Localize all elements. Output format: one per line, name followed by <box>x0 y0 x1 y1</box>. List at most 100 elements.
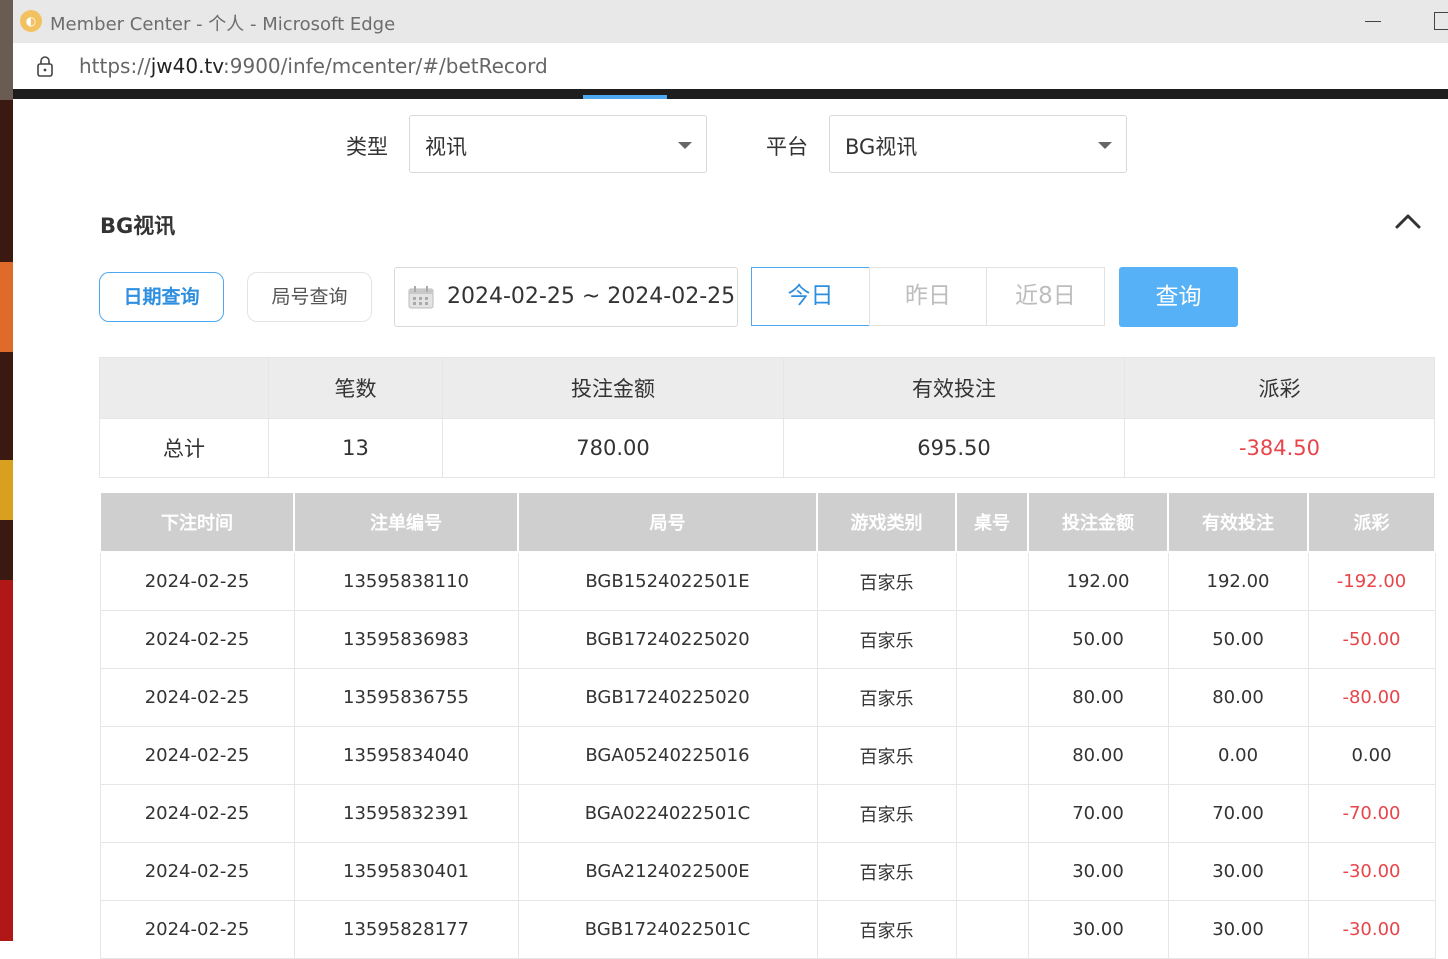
bet-time: 2024-02-25 <box>99 900 295 959</box>
bet-time: 2024-02-25 <box>99 842 295 901</box>
summary-valid-bet: 695.50 <box>783 418 1125 478</box>
url-host: jw40.tv <box>150 54 224 78</box>
calendar-icon <box>408 286 434 309</box>
summary-total-label: 总计 <box>99 418 269 478</box>
summary-bet-amount: 780.00 <box>442 418 784 478</box>
bet-id: 13595836983 <box>293 610 519 669</box>
chevron-down-icon <box>678 142 692 149</box>
query-button[interactable]: 查询 <box>1119 267 1238 327</box>
background-window-strip <box>0 0 13 941</box>
bet-time: 2024-02-25 <box>99 668 295 727</box>
minimize-icon[interactable] <box>1365 10 1383 30</box>
bet-id: 13595830401 <box>293 842 519 901</box>
round-id: BGA0224022501C <box>517 784 818 843</box>
table-row: 2024-02-25 13595830401 BGA2124022500E 百家… <box>99 842 1436 901</box>
round-query-tab[interactable]: 局号查询 <box>247 272 372 322</box>
type-select-value: 视讯 <box>425 135 467 159</box>
valid-bet: 70.00 <box>1167 784 1309 843</box>
column-header: 有效投注 <box>1167 493 1309 553</box>
game-type: 百家乐 <box>816 726 957 785</box>
game-type: 百家乐 <box>816 784 957 843</box>
table-no <box>955 900 1029 959</box>
table-row: 2024-02-25 13595836983 BGB17240225020 百家… <box>99 610 1436 669</box>
column-header: 注单编号 <box>293 493 519 553</box>
bet-amount: 192.00 <box>1027 551 1169 611</box>
date-range-value: 2024-02-25 ~ 2024-02-25 <box>447 284 736 309</box>
table-no <box>955 726 1029 785</box>
round-id: BGB1524022501E <box>517 551 818 611</box>
column-header: 桌号 <box>955 493 1029 553</box>
round-id: BGA2124022500E <box>517 842 818 901</box>
active-nav-indicator <box>583 95 667 99</box>
table-no <box>955 551 1029 611</box>
bet-time: 2024-02-25 <box>99 610 295 669</box>
app-icon: ◐ <box>20 10 42 32</box>
table-row: 2024-02-25 13595834040 BGA05240225016 百家… <box>99 726 1436 785</box>
game-type: 百家乐 <box>816 842 957 901</box>
payout: -192.00 <box>1307 551 1436 611</box>
game-type: 百家乐 <box>816 668 957 727</box>
section-title: BG视讯 <box>100 214 176 238</box>
valid-bet: 0.00 <box>1167 726 1309 785</box>
chevron-up-icon[interactable] <box>1394 211 1422 231</box>
date-range-picker[interactable]: 2024-02-25 ~ 2024-02-25 <box>394 267 738 327</box>
platform-select[interactable]: BG视讯 <box>829 115 1127 173</box>
range-yesterday-button[interactable]: 昨日 <box>869 267 987 326</box>
valid-bet: 50.00 <box>1167 610 1309 669</box>
summary-header-cell: 有效投注 <box>783 357 1125 419</box>
window-title: Member Center - 个人 - Microsoft Edge <box>50 14 396 35</box>
maximize-icon[interactable] <box>1434 12 1448 30</box>
round-id: BGB17240225020 <box>517 610 818 669</box>
round-id: BGB1724022501C <box>517 900 818 959</box>
bet-id: 13595832391 <box>293 784 519 843</box>
summary-header-cell <box>99 357 269 419</box>
bet-id: 13595828177 <box>293 900 519 959</box>
url-text[interactable]: https://jw40.tv:9900/infe/mcenter/#/betR… <box>79 54 548 78</box>
bet-time: 2024-02-25 <box>99 784 295 843</box>
column-header: 游戏类别 <box>816 493 957 553</box>
table-row: 2024-02-25 13595832391 BGA0224022501C 百家… <box>99 784 1436 843</box>
game-type: 百家乐 <box>816 551 957 611</box>
bet-amount: 30.00 <box>1027 842 1169 901</box>
table-row: 2024-02-25 13595828177 BGB1724022501C 百家… <box>99 900 1436 959</box>
bet-id: 13595834040 <box>293 726 519 785</box>
address-bar: https://jw40.tv:9900/infe/mcenter/#/betR… <box>13 43 1448 89</box>
platform-select-value: BG视讯 <box>845 135 918 159</box>
bet-amount: 70.00 <box>1027 784 1169 843</box>
valid-bet: 192.00 <box>1167 551 1309 611</box>
game-type: 百家乐 <box>816 610 957 669</box>
summary-header-cell: 投注金额 <box>442 357 784 419</box>
table-no <box>955 842 1029 901</box>
table-row: 2024-02-25 13595838110 BGB1524022501E 百家… <box>99 551 1436 611</box>
bet-time: 2024-02-25 <box>99 551 295 611</box>
range-today-button[interactable]: 今日 <box>751 267 870 326</box>
valid-bet: 80.00 <box>1167 668 1309 727</box>
url-prefix: https:// <box>79 54 151 78</box>
summary-total-row: 总计 13 780.00 695.50 -384.50 <box>99 418 1435 478</box>
game-type: 百家乐 <box>816 900 957 959</box>
bet-time: 2024-02-25 <box>99 726 295 785</box>
table-no <box>955 610 1029 669</box>
valid-bet: 30.00 <box>1167 900 1309 959</box>
payout: -70.00 <box>1307 784 1436 843</box>
summary-header-cell: 笔数 <box>268 357 443 419</box>
summary-count: 13 <box>268 418 443 478</box>
range-8days-button[interactable]: 近8日 <box>986 267 1105 326</box>
chevron-down-icon <box>1098 142 1112 149</box>
bet-amount: 80.00 <box>1027 726 1169 785</box>
bet-records-table: 下注时间 注单编号 局号 游戏类别 桌号 投注金额 有效投注 派彩 2024-0… <box>99 493 1436 959</box>
column-header: 下注时间 <box>99 493 295 553</box>
column-header: 局号 <box>517 493 818 553</box>
bet-amount: 30.00 <box>1027 900 1169 959</box>
lock-icon[interactable] <box>36 55 54 77</box>
date-query-tab[interactable]: 日期查询 <box>99 272 224 322</box>
column-header: 投注金额 <box>1027 493 1169 553</box>
bet-id: 13595838110 <box>293 551 519 611</box>
records-header-row: 下注时间 注单编号 局号 游戏类别 桌号 投注金额 有效投注 派彩 <box>99 493 1436 553</box>
payout: -30.00 <box>1307 900 1436 959</box>
valid-bet: 30.00 <box>1167 842 1309 901</box>
summary-header-row: 笔数 投注金额 有效投注 派彩 <box>99 357 1435 419</box>
type-select[interactable]: 视讯 <box>409 115 707 173</box>
summary-header-cell: 派彩 <box>1124 357 1435 419</box>
window-titlebar: ◐ Member Center - 个人 - Microsoft Edge <box>13 0 1448 43</box>
